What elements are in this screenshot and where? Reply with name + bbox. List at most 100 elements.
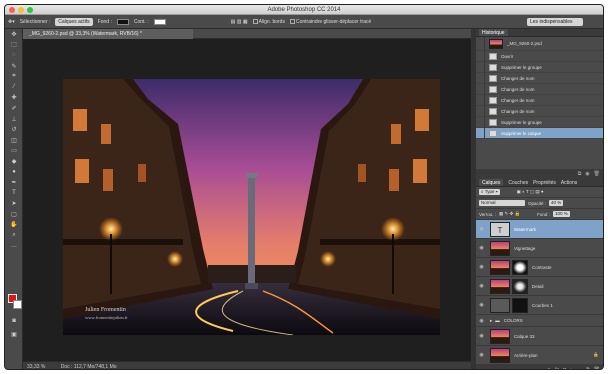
curves-adjustment-icon (490, 297, 510, 313)
history-tab[interactable]: Historique (479, 29, 508, 36)
visibility-eye-icon[interactable]: ◉ (476, 264, 487, 270)
kind-filter-dropdown[interactable]: ⌕ Type ▾ (479, 189, 500, 195)
history-item[interactable]: Ouvrir (476, 50, 603, 62)
photo-canvas[interactable]: Julien Fromentin www.fromentinjulien.fr (63, 79, 440, 335)
hand-tool-icon[interactable]: ✋ (5, 220, 23, 231)
tab-actions[interactable]: Actions (561, 179, 577, 186)
move-tool-icon[interactable]: ✥▾ (8, 19, 15, 25)
history-brush-icon[interactable]: ↺ (5, 124, 23, 135)
eraser-tool-icon[interactable]: ◫ (5, 135, 23, 146)
history-item[interactable]: Changer de nom (476, 105, 603, 117)
more-tools-icon[interactable]: … (5, 241, 23, 252)
layer-row-vignettage[interactable]: ◉ Vignettage (476, 239, 603, 258)
tab-properties[interactable]: Propriétés (533, 179, 556, 186)
workspace-dropdown[interactable]: Les indispensables (527, 18, 583, 26)
stroke-swatch[interactable] (153, 18, 166, 25)
fx-icon[interactable]: fx (555, 367, 559, 370)
close-window-button[interactable] (9, 7, 15, 13)
fill-field[interactable]: 100 % (552, 211, 570, 217)
new-document-icon[interactable]: ⧉ (578, 171, 582, 177)
layer-mask-thumbnail[interactable] (512, 297, 528, 313)
type-tool-icon[interactable]: T (5, 188, 23, 199)
blend-mode-dropdown[interactable]: Normal (479, 200, 525, 206)
history-item[interactable]: Supprimer le groupe (476, 61, 603, 73)
visibility-eye-icon[interactable]: ◉ (476, 333, 487, 339)
status-bar: 33,33 % Doc : 112,7 Mo/748,1 Mo (23, 361, 471, 370)
layer-mask-thumbnail[interactable] (512, 259, 528, 275)
layer-row-watermark[interactable]: ◉ T Watermark (476, 220, 603, 239)
constrain-checkbox[interactable]: Contraindre glisser-déplacer tracé (289, 19, 371, 25)
trash-icon[interactable]: 🗑 (594, 171, 600, 177)
layer-thumbnail (490, 347, 510, 363)
pen-tool-icon[interactable]: ✒ (5, 177, 23, 188)
zoom-level[interactable]: 33,33 % (27, 364, 45, 369)
app-title: Adobe Photoshop CC 2014 (267, 7, 341, 13)
brush-tool-icon[interactable]: ✐ (5, 103, 23, 114)
select-dropdown[interactable]: Calques actifs (55, 17, 93, 26)
clone-stamp-icon[interactable]: ⊥ (5, 114, 23, 125)
blur-tool-icon[interactable]: ◆ (5, 156, 23, 167)
camera-snapshot-icon[interactable]: ◉ (585, 171, 589, 177)
dodge-tool-icon[interactable]: ● (5, 167, 23, 178)
visibility-eye-icon[interactable]: ◉ (476, 283, 487, 289)
lock-icons[interactable]: ▦ ✎ ✥ 🔒 (499, 211, 520, 217)
opacity-field[interactable]: 40 % (549, 200, 564, 206)
title-bar: Adobe Photoshop CC 2014 (5, 5, 603, 15)
canvas-area[interactable]: Julien Fromentin www.fromentinjulien.fr (23, 39, 471, 361)
fill-swatch[interactable] (116, 18, 129, 25)
history-step-icon (489, 96, 497, 104)
path-select-icon[interactable]: ➤ (5, 199, 23, 210)
link-icon[interactable]: ⚭ (547, 367, 551, 370)
history-item[interactable]: Changer de nom (476, 94, 603, 106)
history-item[interactable]: Changer de nom (476, 72, 603, 84)
move-tool-icon[interactable]: ✥ (5, 29, 23, 40)
quick-select-tool-icon[interactable]: ✎ (5, 61, 23, 72)
layer-mask-thumbnail[interactable] (512, 278, 528, 294)
gradient-tool-icon[interactable]: ▭ (5, 146, 23, 157)
adjustment-layer-icon[interactable]: ◐ (570, 367, 573, 370)
marquee-tool-icon[interactable]: ⬚ (5, 40, 23, 51)
lasso-tool-icon[interactable]: ◌ (5, 50, 23, 61)
minimize-window-button[interactable] (18, 7, 24, 13)
layer-group-colors[interactable]: ◉ ▸ ▬ COLORS (476, 315, 603, 327)
filter-icons[interactable]: ▣ ◐ T ▢ ▤ ● (517, 189, 544, 195)
trash-icon[interactable]: 🗑 (594, 367, 600, 370)
history-snapshot[interactable]: _MG_9260-2.psd (476, 36, 603, 51)
healing-brush-icon[interactable]: ✚ (5, 93, 23, 104)
tab-channels[interactable]: Couches (508, 179, 528, 186)
history-item-label: Changer de nom (501, 75, 535, 81)
visibility-eye-icon[interactable]: ◉ (476, 245, 487, 251)
layer-row-courbes[interactable]: ◉ Courbes 1 (476, 296, 603, 315)
quick-mask-icon[interactable]: ◙ (5, 316, 23, 327)
visibility-eye-icon[interactable]: ◉ (476, 302, 487, 308)
screen-mode-icon[interactable]: ▣ (5, 329, 23, 340)
shape-tool-icon[interactable]: ▢ (5, 209, 23, 220)
new-layer-icon[interactable]: ⧉ (586, 367, 590, 370)
background-color-swatch[interactable] (13, 300, 22, 309)
zoom-tool-icon[interactable]: ⌕ (5, 230, 23, 241)
layer-row-calque-33[interactable]: ◉ Calque 33 (476, 327, 603, 346)
expand-arrow-icon[interactable]: ▸ (490, 318, 492, 324)
align-tool-icons[interactable]: ▤ ▥ ▦ (231, 19, 248, 25)
align-edges-checkbox[interactable]: Align. bords (252, 19, 285, 25)
layer-row-background[interactable]: ◉ Arrière-plan 🔒 (476, 346, 603, 365)
visibility-eye-icon[interactable]: ◉ (476, 318, 487, 324)
visibility-eye-icon[interactable]: ◉ (476, 352, 487, 358)
document-tab[interactable]: _MG_9260-2.psd @ 33,3% (Watermark, RVB/1… (23, 29, 193, 39)
history-item-selected[interactable]: Supprimer le calque (476, 127, 603, 139)
layer-row-contraste[interactable]: ◉ Contraste (476, 258, 603, 277)
history-item[interactable]: Supprimer le groupe (476, 116, 603, 128)
crop-tool-icon[interactable]: ⌗ (5, 71, 23, 82)
eyedropper-tool-icon[interactable]: ⁄ (5, 82, 23, 93)
tab-layers[interactable]: Calques (479, 179, 504, 186)
layer-row-detail[interactable]: ◉ Detail (476, 277, 603, 296)
type-layer-icon: T (490, 221, 510, 237)
zoom-window-button[interactable] (27, 7, 33, 13)
watermark-name: Julien Fromentin (85, 307, 126, 313)
new-group-icon[interactable]: ▬ (577, 367, 582, 370)
add-mask-icon[interactable]: ◘ (563, 367, 566, 370)
history-item[interactable]: Changer de nom (476, 83, 603, 95)
doc-size: Doc : 112,7 Mo/748,1 Mo (60, 364, 117, 370)
visibility-eye-icon[interactable]: ◉ (476, 226, 487, 232)
history-step-icon (489, 118, 497, 126)
